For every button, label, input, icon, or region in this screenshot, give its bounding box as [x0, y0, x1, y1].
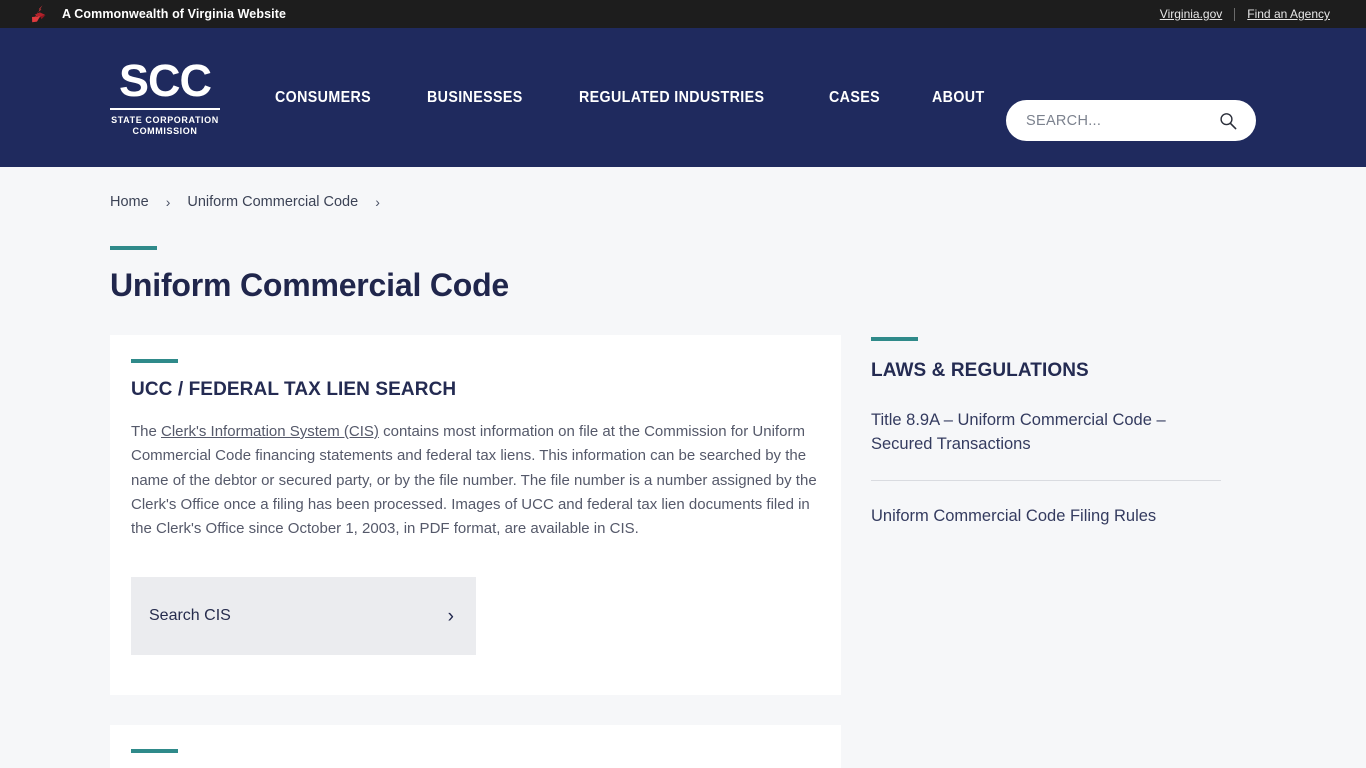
content-layout: UCC / FEDERAL TAX LIEN SEARCH The Clerk'… — [110, 335, 1256, 768]
breadcrumb-chevron-icon-2: › — [375, 194, 380, 210]
cardinal-bird-icon — [32, 5, 46, 23]
breadcrumb-chevron-icon: › — [165, 194, 171, 210]
site-header: SCC STATE CORPORATION COMMISSION CONSUME… — [0, 28, 1366, 167]
sidebar: LAWS & REGULATIONS Title 8.9A – Uniform … — [871, 335, 1221, 552]
secondary-card — [110, 725, 841, 768]
search-cis-label: Search CIS — [149, 607, 231, 625]
logo-mark-text: SCC — [118, 54, 212, 106]
sidebar-link-title-8-9a[interactable]: Title 8.9A – Uniform Commercial Code – S… — [871, 408, 1221, 480]
sidebar-divider — [871, 480, 1221, 481]
ucc-federal-tax-lien-search-card: UCC / FEDERAL TAX LIEN SEARCH The Clerk'… — [110, 335, 841, 696]
breadcrumb-item-home[interactable]: Home — [110, 194, 149, 210]
card-body-lead: The — [131, 423, 162, 440]
sidebar-title: LAWS & REGULATIONS — [871, 360, 1089, 381]
cis-link[interactable]: Clerk's Information System (CIS) — [161, 423, 379, 440]
title-accent-bar — [110, 246, 157, 250]
scc-logo[interactable]: SCC STATE CORPORATION COMMISSION — [110, 58, 220, 137]
commonwealth-brand: A Commonwealth of Virginia Website — [28, 4, 286, 24]
search-box — [1006, 100, 1256, 141]
main-column: UCC / FEDERAL TAX LIEN SEARCH The Clerk'… — [110, 335, 841, 768]
page-title-block: Uniform Commercial Code — [110, 246, 1256, 304]
commonwealth-links: Virginia.gov Find an Agency — [1148, 7, 1342, 21]
breadcrumb: Home › Uniform Commercial Code › — [110, 167, 1256, 210]
search-input[interactable] — [1026, 112, 1218, 129]
sidebar-accent-bar — [871, 337, 918, 341]
card-accent-bar — [131, 359, 178, 363]
secondary-card-accent-bar — [131, 749, 178, 754]
nav-item-regulated-industries[interactable]: REGULATED INDUSTRIES — [579, 89, 764, 107]
search-cis-button[interactable]: Search CIS › — [131, 577, 476, 656]
search-icon — [1220, 112, 1237, 129]
find-an-agency-link[interactable]: Find an Agency — [1235, 7, 1342, 21]
card-body-text: The Clerk's Information System (CIS) con… — [131, 420, 820, 541]
card-title: UCC / FEDERAL TAX LIEN SEARCH — [131, 379, 457, 400]
page-title: Uniform Commercial Code — [110, 267, 510, 303]
breadcrumb-item-uniform-commercial-code[interactable]: Uniform Commercial Code — [187, 194, 358, 210]
sidebar-link-list: Title 8.9A – Uniform Commercial Code – S… — [871, 408, 1221, 552]
nav-item-businesses[interactable]: BUSINESSES — [427, 89, 523, 107]
logo-subtitle-line2: COMMISSION — [132, 125, 198, 136]
commonwealth-bar: A Commonwealth of Virginia Website Virgi… — [0, 0, 1366, 28]
logo-subtitle-line1: STATE CORPORATION — [111, 114, 219, 125]
sidebar-link-filing-rules[interactable]: Uniform Commercial Code Filing Rules — [871, 504, 1221, 552]
commonwealth-label: A Commonwealth of Virginia Website — [62, 7, 287, 21]
main-navigation: CONSUMERS BUSINESSES REGULATED INDUSTRIE… — [275, 89, 989, 107]
card-body-rest: contains most information on file at the… — [131, 423, 817, 538]
nav-item-about[interactable]: ABOUT — [932, 89, 985, 107]
nav-item-cases[interactable]: CASES — [829, 89, 880, 107]
chevron-right-icon: › — [447, 605, 454, 627]
nav-item-consumers[interactable]: CONSUMERS — [275, 89, 371, 107]
logo-divider — [110, 107, 220, 110]
search-submit-button[interactable] — [1218, 111, 1238, 131]
page-content: Home › Uniform Commercial Code › Uniform… — [0, 167, 1366, 768]
virginia-gov-link[interactable]: Virginia.gov — [1148, 7, 1234, 21]
